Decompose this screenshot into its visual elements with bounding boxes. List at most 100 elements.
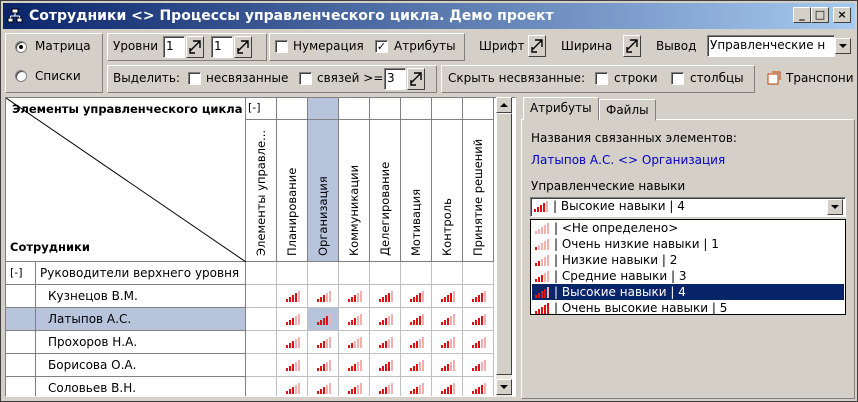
font-spin[interactable]	[528, 35, 546, 57]
matrix-cell[interactable]	[463, 331, 494, 354]
matrix-cell[interactable]	[432, 262, 463, 285]
matrix-cell[interactable]	[246, 377, 277, 396]
matrix-cell[interactable]	[277, 331, 308, 354]
matrix-cell[interactable]	[432, 354, 463, 377]
matrix-cell[interactable]	[246, 308, 277, 331]
attributes-checkbox[interactable]: ✓	[375, 40, 388, 53]
unlinked-checkbox[interactable]	[188, 72, 201, 85]
matrix-cell[interactable]	[401, 354, 432, 377]
skills-option[interactable]: | <Не определено>	[532, 220, 844, 236]
links-threshold-spin[interactable]	[407, 68, 425, 90]
skills-option[interactable]: | Низкие навыки | 2	[532, 252, 844, 268]
table-row-name[interactable]: Соловьев В.Н.	[36, 377, 246, 396]
column-header[interactable]: Контроль	[432, 98, 463, 262]
column-expander-cell[interactable]	[370, 98, 400, 120]
maximize-button[interactable]: □	[811, 7, 829, 23]
close-button[interactable]: ×	[833, 7, 851, 23]
matrix-cell[interactable]	[339, 308, 370, 331]
matrix-cell[interactable]	[308, 331, 339, 354]
column-expander-cell[interactable]	[432, 98, 462, 120]
matrix-cell[interactable]	[246, 331, 277, 354]
matrix-cell[interactable]	[277, 354, 308, 377]
column-header[interactable]: Планирование	[277, 98, 308, 262]
matrix-cell[interactable]	[339, 262, 370, 285]
column-header[interactable]: Делегирование	[370, 98, 401, 262]
matrix-cell[interactable]	[401, 262, 432, 285]
matrix-cell[interactable]	[463, 354, 494, 377]
matrix-cell[interactable]	[432, 331, 463, 354]
levels-spin-2[interactable]	[234, 36, 252, 58]
matrix-cell[interactable]	[432, 285, 463, 308]
column-expander-cell[interactable]	[308, 98, 338, 120]
matrix-cell[interactable]	[277, 308, 308, 331]
column-expander-cell[interactable]	[463, 98, 493, 120]
matrix-cell[interactable]	[370, 308, 401, 331]
matrix-cell[interactable]	[463, 285, 494, 308]
matrix-cell[interactable]	[339, 285, 370, 308]
skills-option[interactable]: | Высокие навыки | 4	[531, 283, 845, 301]
matrix-cell[interactable]	[401, 308, 432, 331]
matrix-cell[interactable]	[277, 285, 308, 308]
group-row-name[interactable]: Руководители верхнего уровня	[36, 262, 246, 285]
column-expander-cell[interactable]	[277, 98, 307, 120]
skills-option[interactable]: | Очень низкие навыки | 1	[532, 236, 844, 252]
table-row-name[interactable]: Латыпов А.С.	[36, 308, 246, 331]
hide-rows-checkbox[interactable]	[595, 72, 608, 85]
matrix-cell[interactable]	[339, 354, 370, 377]
table-row-name[interactable]: Прохоров Н.А.	[36, 331, 246, 354]
matrix-cell[interactable]	[308, 377, 339, 396]
numbering-checkbox[interactable]	[275, 40, 288, 53]
output-select[interactable]: Управленческие н	[707, 35, 835, 57]
matrix-cell[interactable]	[277, 262, 308, 285]
group-expander[interactable]: [-]	[6, 262, 36, 285]
matrix-cell[interactable]	[308, 262, 339, 285]
matrix-cell[interactable]	[246, 285, 277, 308]
matrix-cell[interactable]	[370, 285, 401, 308]
skills-option[interactable]: | Средние навыки | 3	[532, 268, 844, 284]
matrix-cell[interactable]	[401, 331, 432, 354]
levels-input-1[interactable]: 1	[163, 36, 185, 58]
matrix-cell[interactable]	[246, 262, 277, 285]
hide-cols-checkbox[interactable]	[671, 72, 684, 85]
matrix-cell[interactable]	[432, 377, 463, 396]
skills-dropdown-button[interactable]	[827, 199, 843, 215]
matrix-vertical-scrollbar[interactable]	[496, 97, 512, 397]
levels-input-2[interactable]: 1	[211, 36, 233, 58]
tab-files[interactable]: Файлы	[599, 99, 656, 121]
matrix-cell[interactable]	[401, 285, 432, 308]
matrix-cell[interactable]	[463, 308, 494, 331]
links-threshold-input[interactable]: 3	[384, 68, 406, 90]
matrix-cell[interactable]	[370, 377, 401, 396]
matrix-cell[interactable]	[370, 262, 401, 285]
matrix-cell[interactable]	[401, 377, 432, 396]
matrix-cell[interactable]	[308, 308, 339, 331]
skills-option[interactable]: | Очень высокие навыки | 5	[532, 300, 844, 316]
matrix-cell[interactable]	[308, 354, 339, 377]
transpose-label[interactable]: Транспони	[786, 71, 854, 85]
matrix-cell[interactable]	[370, 331, 401, 354]
view-lists-radio[interactable]	[15, 70, 27, 82]
links-checkbox[interactable]	[299, 72, 312, 85]
width-spin[interactable]	[623, 35, 641, 57]
column-expander-cell[interactable]: [-]	[246, 98, 276, 120]
matrix-cell[interactable]	[246, 354, 277, 377]
levels-spin-1[interactable]	[186, 36, 204, 58]
column-header[interactable]: [-] Элементы управле...	[246, 98, 277, 262]
column-header[interactable]: Организация	[308, 98, 339, 262]
column-expander-cell[interactable]	[339, 98, 369, 120]
column-header[interactable]: Мотивация	[401, 98, 432, 262]
view-matrix-radio[interactable]	[15, 41, 27, 53]
scroll-down-button[interactable]	[496, 379, 512, 395]
matrix-cell[interactable]	[339, 377, 370, 396]
table-row-name[interactable]: Кузнецов В.М.	[36, 285, 246, 308]
tab-attributes[interactable]: Атрибуты	[523, 97, 599, 121]
matrix-cell[interactable]	[277, 377, 308, 396]
table-row-name[interactable]: Борисова О.А.	[36, 354, 246, 377]
scroll-up-button[interactable]	[496, 97, 512, 113]
column-expander-cell[interactable]	[401, 98, 431, 120]
matrix-cell[interactable]	[308, 285, 339, 308]
output-dropdown-button[interactable]	[835, 38, 851, 54]
matrix-cell[interactable]	[339, 331, 370, 354]
matrix-cell[interactable]	[463, 262, 494, 285]
title-bar[interactable]: Сотрудники <> Процессы управленческого ц…	[3, 3, 855, 29]
